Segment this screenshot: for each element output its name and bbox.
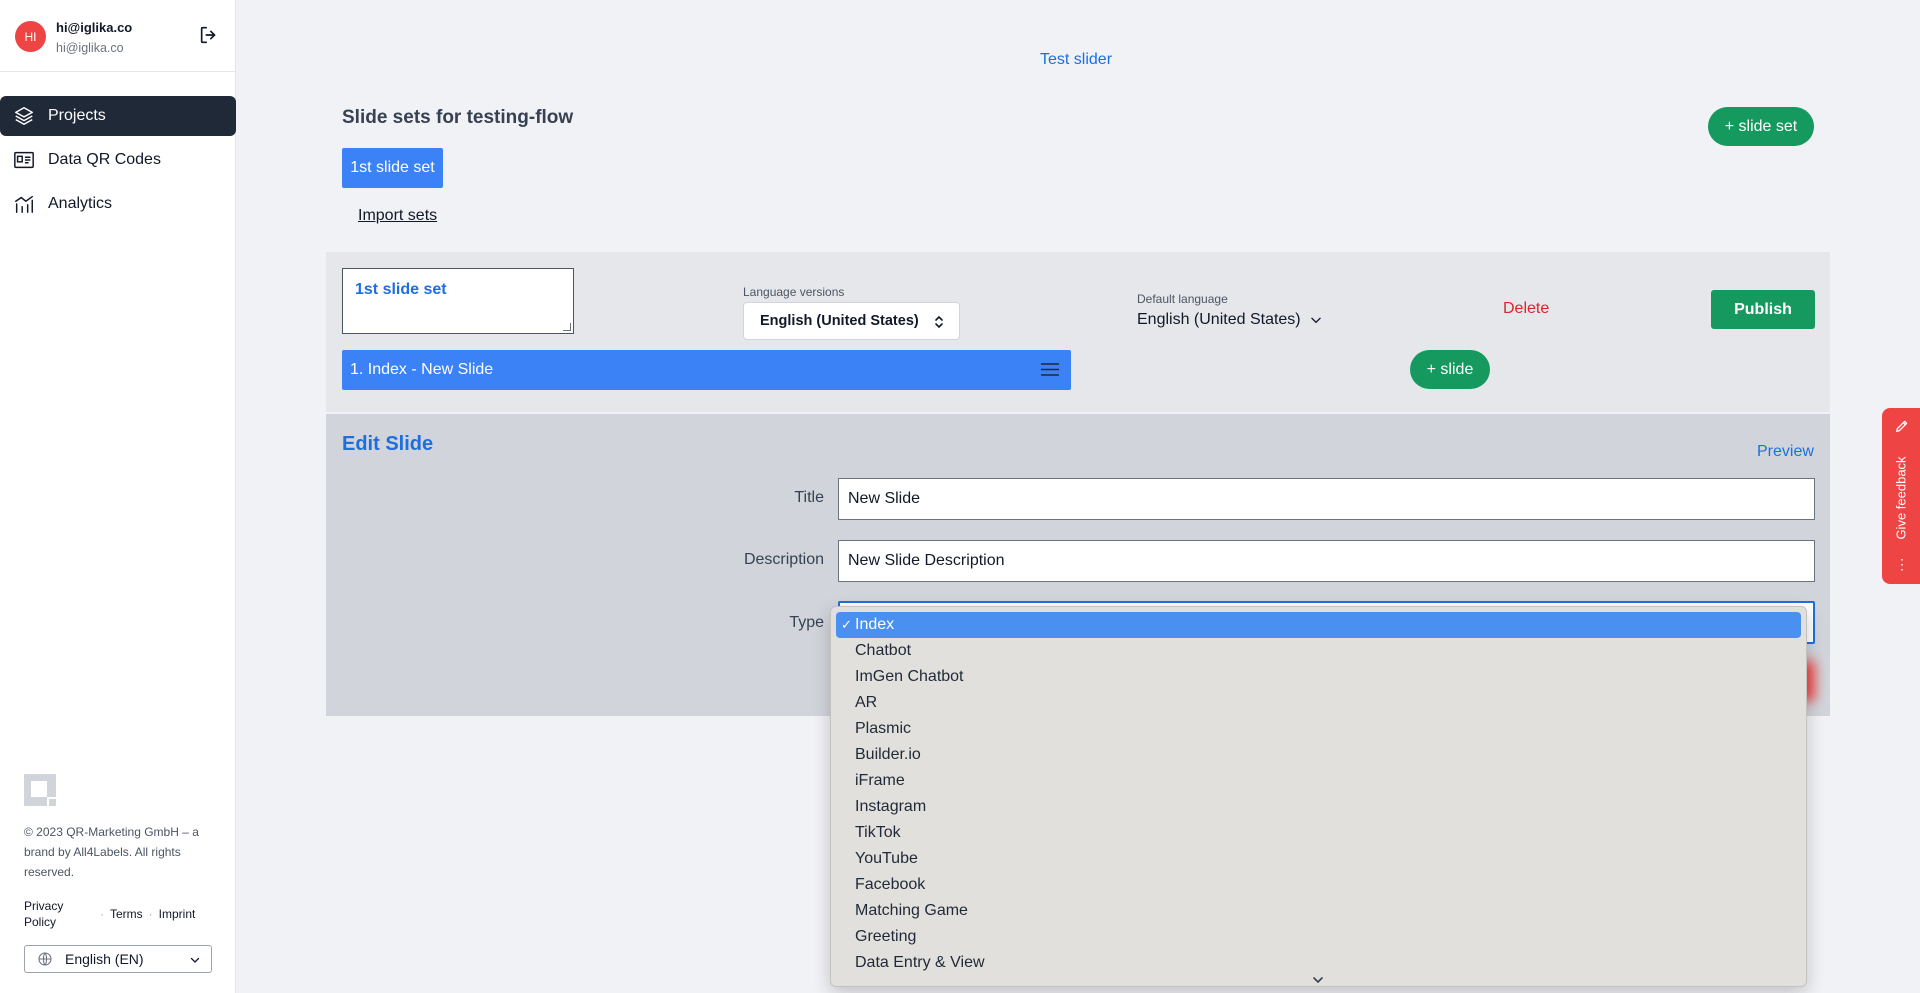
- test-slider-link[interactable]: Test slider: [1040, 51, 1112, 69]
- language-versions-select[interactable]: English (United States): [743, 302, 960, 340]
- dropdown-option[interactable]: Plasmic: [831, 716, 1806, 742]
- language-select[interactable]: English (EN): [24, 945, 212, 973]
- avatar[interactable]: HI: [15, 21, 46, 52]
- preview-link[interactable]: Preview: [1757, 443, 1814, 461]
- chevron-down-icon: [189, 953, 201, 965]
- give-feedback-label: Give feedback: [1893, 456, 1909, 540]
- language-versions-label: Language versions: [743, 285, 845, 299]
- slide-set-name-field[interactable]: 1st slide set: [342, 268, 574, 334]
- copyright-text: © 2023 QR-Marketing GmbH – a brand by Al…: [24, 825, 199, 879]
- language-select-value: English (EN): [65, 951, 144, 967]
- up-down-chevron-icon: [933, 314, 945, 330]
- title-field-value: New Slide: [848, 490, 921, 507]
- sidebar-item-projects[interactable]: Projects: [0, 96, 236, 136]
- user-name: hi@iglika.co: [56, 20, 133, 35]
- dropdown-option[interactable]: Instagram: [831, 794, 1806, 820]
- dropdown-option[interactable]: iFrame: [831, 768, 1806, 794]
- sidebar-item-analytics[interactable]: Analytics: [0, 184, 236, 224]
- description-field-value: New Slide Description: [848, 552, 1005, 569]
- dropdown-option[interactable]: AR: [831, 690, 1806, 716]
- separator: ·: [100, 907, 104, 921]
- slide-list-item-label: 1. Index - New Slide: [350, 361, 494, 378]
- dropdown-option[interactable]: Chatbot: [831, 638, 1806, 664]
- default-language-label: Default language: [1137, 292, 1228, 306]
- logout-icon[interactable]: [198, 24, 220, 46]
- user-block: HI hi@iglika.co hi@iglika.co: [0, 0, 236, 72]
- description-field[interactable]: New Slide Description: [838, 540, 1815, 582]
- title-label: Title: [794, 489, 824, 506]
- page-title: Slide sets for testing-flow: [342, 107, 574, 128]
- more-icon: ⋮: [1895, 556, 1909, 572]
- brand-logo-icon: [24, 774, 56, 806]
- drag-handle-icon[interactable]: [1041, 362, 1059, 377]
- id-card-icon: [12, 148, 36, 172]
- dropdown-option[interactable]: Builder.io: [831, 742, 1806, 768]
- sidebar-item-label: Analytics: [48, 195, 113, 212]
- sidebar-item-label: Projects: [48, 107, 106, 124]
- edit-slide-title: Edit Slide: [342, 433, 434, 455]
- pen-icon: [1894, 418, 1910, 434]
- checkmark-icon: ✓: [841, 617, 852, 632]
- terms-link[interactable]: Terms: [110, 907, 143, 921]
- analytics-icon: [12, 192, 36, 216]
- slide-set-name-value: 1st slide set: [355, 281, 447, 298]
- user-email: hi@iglika.co: [56, 41, 124, 55]
- dropdown-option[interactable]: Facebook: [831, 872, 1806, 898]
- description-label: Description: [743, 551, 824, 568]
- title-field[interactable]: New Slide: [838, 478, 1815, 520]
- type-dropdown-menu: ✓ Index Chatbot ImGen Chatbot AR Plasmic…: [830, 606, 1807, 987]
- dropdown-option-label: Index: [855, 616, 895, 633]
- add-slide-set-button[interactable]: + slide set: [1708, 107, 1814, 146]
- give-feedback-tab[interactable]: Give feedback ⋮: [1882, 408, 1920, 584]
- language-versions-value: English (United States): [760, 313, 919, 329]
- layers-icon: [12, 104, 36, 128]
- dropdown-option[interactable]: YouTube: [831, 846, 1806, 872]
- dropdown-option[interactable]: Matching Game: [831, 898, 1806, 924]
- dropdown-option[interactable]: ImGen Chatbot: [831, 664, 1806, 690]
- default-language-value: English (United States): [1137, 311, 1301, 328]
- imprint-link[interactable]: Imprint: [159, 907, 196, 921]
- separator: ·: [148, 907, 153, 921]
- dropdown-option[interactable]: Greeting: [831, 924, 1806, 950]
- add-slide-button[interactable]: + slide: [1410, 350, 1490, 389]
- import-sets-link[interactable]: Import sets: [358, 207, 437, 225]
- publish-button[interactable]: Publish: [1711, 290, 1815, 329]
- sidebar: HI hi@iglika.co hi@iglika.co Projects Da…: [0, 0, 236, 993]
- resize-handle[interactable]: [563, 323, 571, 331]
- sidebar-item-label: Data QR Codes: [48, 151, 161, 168]
- sidebar-item-data-qr-codes[interactable]: Data QR Codes: [0, 140, 236, 180]
- slide-list-item[interactable]: 1. Index - New Slide: [342, 350, 1071, 390]
- dropdown-option-index[interactable]: ✓ Index: [836, 612, 1801, 638]
- tab-1st-slide-set[interactable]: 1st slide set: [342, 148, 443, 188]
- sidebar-nav: Projects Data QR Codes Analytics: [0, 96, 236, 228]
- dropdown-option[interactable]: TikTok: [831, 820, 1806, 846]
- delete-button[interactable]: Delete: [1503, 300, 1549, 318]
- privacy-policy-link[interactable]: Privacy Policy: [24, 898, 94, 930]
- globe-icon: [37, 951, 53, 967]
- footer-links: Privacy Policy · Terms · Imprint: [24, 898, 224, 930]
- scroll-down-chevron-icon[interactable]: [1311, 972, 1325, 984]
- default-language-select[interactable]: English (United States): [1137, 311, 1323, 329]
- type-label: Type: [789, 614, 824, 631]
- chevron-down-icon: [1309, 313, 1323, 327]
